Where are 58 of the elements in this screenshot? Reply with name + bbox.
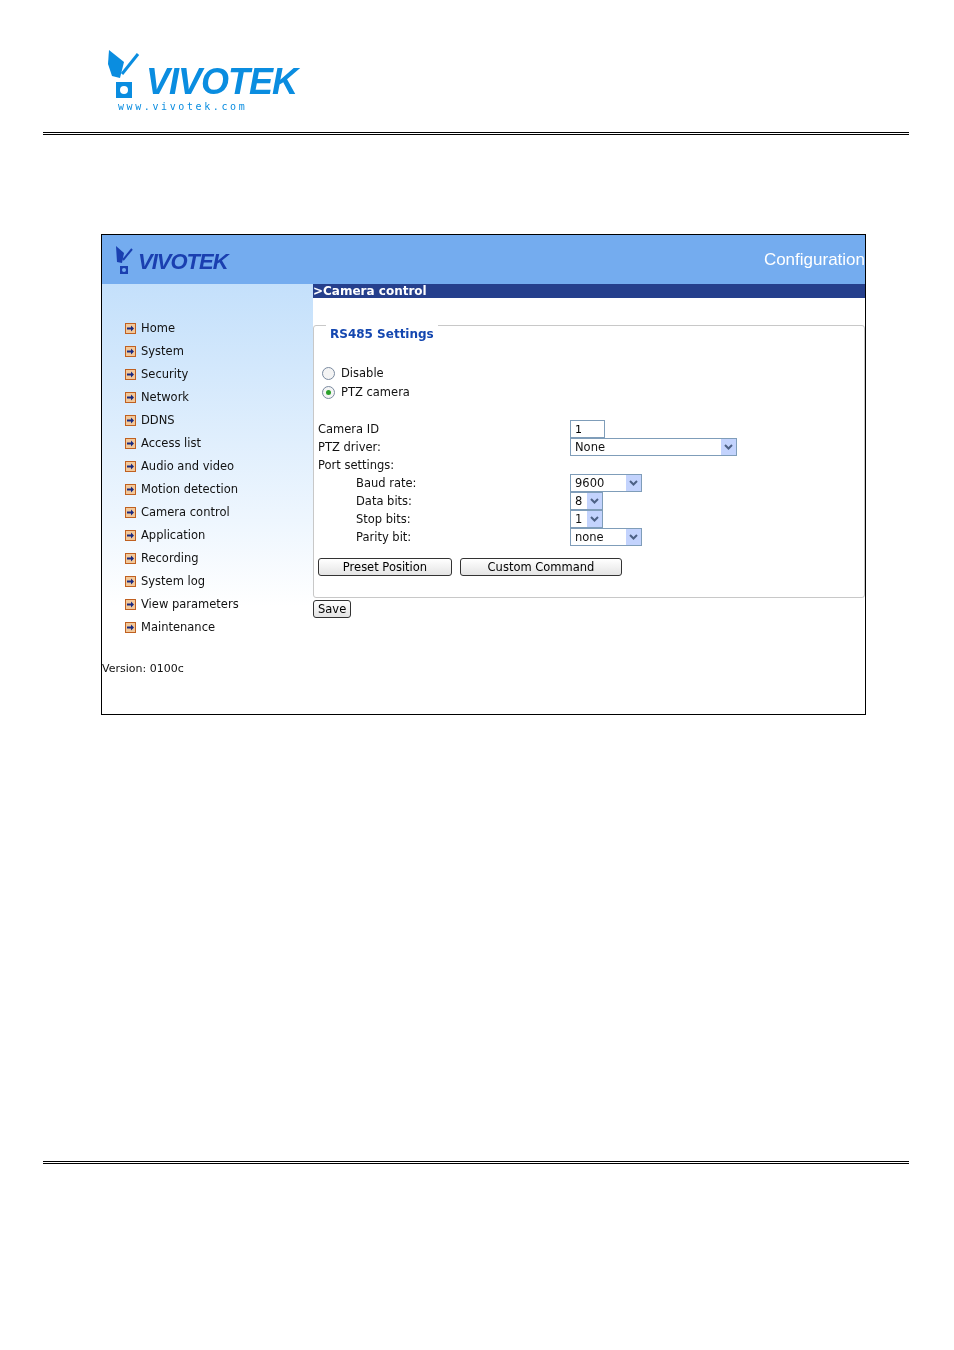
menu-item[interactable]: Application xyxy=(102,524,212,547)
radio-label: PTZ camera xyxy=(341,384,410,402)
save-button[interactable]: Save xyxy=(313,600,352,618)
arrow-icon xyxy=(125,438,136,449)
text-field[interactable]: 1 xyxy=(570,420,605,439)
menu-item[interactable]: Camera control xyxy=(102,501,236,524)
arrow-icon xyxy=(125,599,136,610)
menu-item[interactable]: Network xyxy=(102,386,196,409)
menu-item[interactable]: View parameters xyxy=(102,593,245,616)
radio-button[interactable] xyxy=(322,386,335,400)
section-title: Camera control xyxy=(323,284,427,298)
arrow-icon xyxy=(125,323,136,334)
arrow-icon xyxy=(125,553,136,564)
vivotek-logo: VIVOTEK xyxy=(146,64,298,100)
field-label: Stop bits: xyxy=(355,510,412,528)
dropdown-field[interactable]: 8 xyxy=(570,492,603,511)
arrow-icon xyxy=(125,392,136,403)
arrow-icon xyxy=(125,576,136,587)
vivotek-logo: VIVOTEK xyxy=(138,248,228,275)
camera-logo-icon xyxy=(114,244,134,275)
field-label: PTZ driver: xyxy=(318,438,382,456)
command-button[interactable]: Preset Position xyxy=(318,558,452,577)
menu-item[interactable]: System log xyxy=(102,570,212,593)
menu-item[interactable]: Security xyxy=(102,363,195,386)
logo-url: www.vivotek.com xyxy=(118,102,249,112)
camera-logo-icon xyxy=(106,48,142,100)
dropdown-field[interactable]: 1 xyxy=(570,510,603,529)
fieldset-legend: RS485 Settings xyxy=(326,325,438,343)
menu-item[interactable]: Recording xyxy=(102,547,205,570)
arrow-icon xyxy=(125,507,136,518)
menu-item[interactable]: Maintenance xyxy=(102,616,222,639)
arrow-icon xyxy=(125,346,136,357)
menu-item[interactable]: System xyxy=(102,340,190,363)
page-title: Configuration xyxy=(763,249,865,270)
field-label: Data bits: xyxy=(355,492,413,510)
version-text: Version: 0100c xyxy=(102,661,185,677)
arrow-icon xyxy=(125,484,136,495)
arrow-icon xyxy=(125,461,136,472)
dropdown-field[interactable]: 9600 xyxy=(570,474,642,493)
dropdown-field[interactable]: None xyxy=(570,438,737,457)
menu-item[interactable]: Audio and video xyxy=(102,455,241,478)
radio-label: Disable xyxy=(341,365,384,383)
arrow-icon xyxy=(125,369,136,380)
menu-item[interactable]: Motion detection xyxy=(102,478,244,501)
menu-item[interactable]: Access list xyxy=(102,432,207,455)
command-button[interactable]: Custom Command xyxy=(460,558,622,577)
arrow-icon xyxy=(125,622,136,633)
arrow-icon xyxy=(125,530,136,541)
arrow-icon xyxy=(125,415,136,426)
menu-item[interactable]: Home xyxy=(102,317,181,340)
menu-item[interactable]: DDNS xyxy=(102,409,181,432)
field-label: Parity bit: xyxy=(355,528,413,546)
dropdown-field[interactable]: none xyxy=(570,528,642,547)
section-marker: > xyxy=(313,284,324,298)
radio-button[interactable] xyxy=(322,367,335,381)
field-label: Port settings: xyxy=(318,456,396,474)
field-label: Baud rate: xyxy=(355,474,418,492)
field-label: Camera ID xyxy=(318,420,381,438)
